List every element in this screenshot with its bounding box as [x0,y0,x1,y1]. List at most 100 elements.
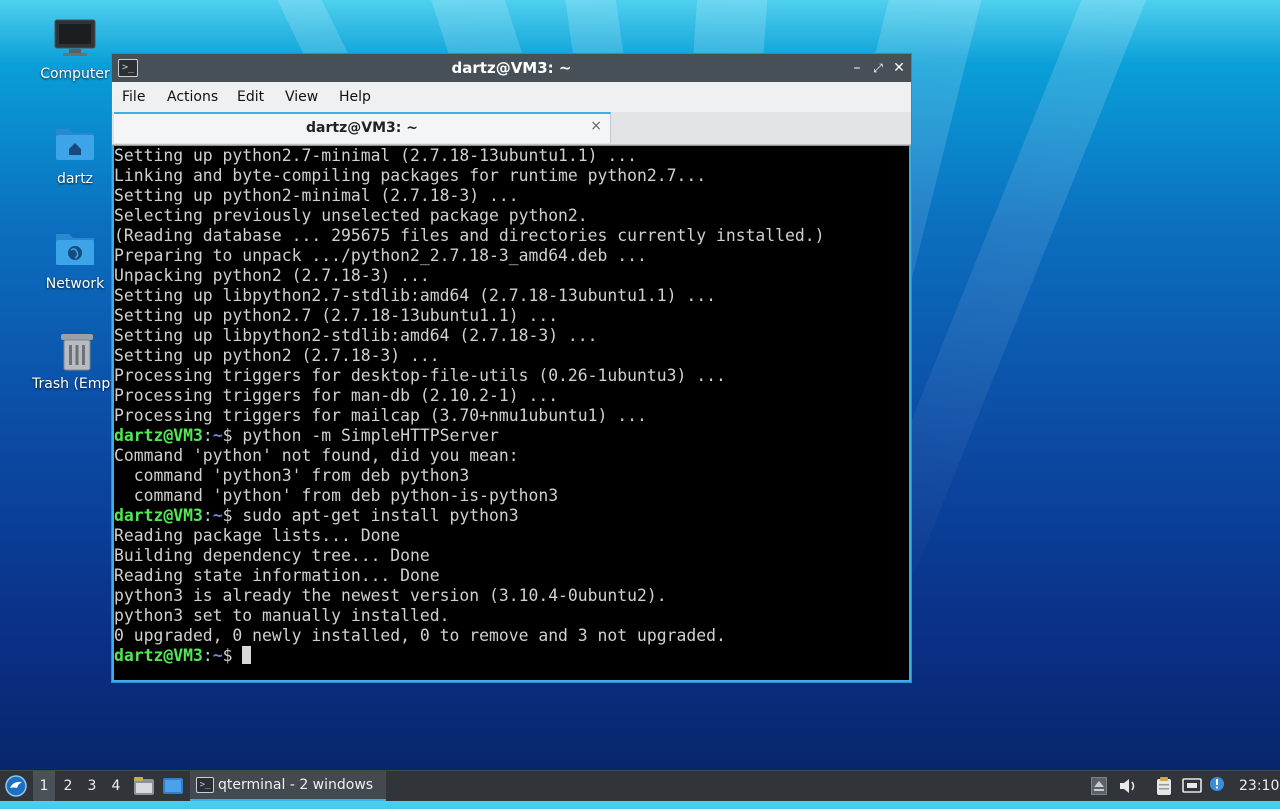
terminal-output[interactable]: Setting up python2.7-minimal (2.7.18-13u… [114,146,909,680]
terminal-output-line: Setting up libpython2-stdlib:amd64 (2.7.… [114,326,598,346]
output-text: 0 upgraded, 0 newly installed, 0 to remo… [114,626,726,645]
desktop-icon-home[interactable]: dartz [25,123,125,187]
command-text: sudo apt-get install python3 [242,506,519,525]
menu-file[interactable]: File [122,89,145,105]
home-folder-icon [56,129,94,160]
tray-eject-icon[interactable] [1091,771,1109,801]
output-text: Processing triggers for man-db (2.10.2-1… [114,386,559,405]
terminal-output-line: Command 'python' not found, did you mean… [114,446,519,466]
menu-actions[interactable]: Actions [167,89,218,105]
terminal-output-line: Processing triggers for man-db (2.10.2-1… [114,386,558,406]
terminal-output-line: Setting up python2.7 (2.7.18-13ubuntu1.1… [114,306,558,326]
workspace-4[interactable]: 4 [105,771,127,801]
command-text: python -m SimpleHTTPServer [242,426,499,445]
output-text: Processing triggers for desktop-file-uti… [114,366,726,385]
output-text: Setting up libpython2.7-stdlib:amd64 (2.… [114,286,716,305]
prompt-separator: : [202,646,213,665]
monitor-icon [54,19,96,56]
tab-close-icon[interactable]: × [590,118,602,134]
output-text: Command 'python' not found, did you mean… [114,446,519,465]
workspace-1[interactable]: 1 [33,771,55,801]
terminal-window[interactable]: >_ dartz@VM3: ~ – ⤢ ✕ File Actions Edit … [111,53,912,683]
app-menu-button[interactable] [4,771,30,801]
output-text: python3 set to manually installed. [114,606,450,625]
prompt-symbol: $ [222,506,243,525]
update-notifier-button[interactable] [1208,771,1228,801]
terminal-output-line: 0 upgraded, 0 newly installed, 0 to remo… [114,626,726,646]
output-text: Setting up python2-minimal (2.7.18-3) ..… [114,186,519,205]
clock[interactable]: 23:10 [1239,771,1279,801]
terminal-output-line: Setting up python2.7-minimal (2.7.18-13u… [114,146,637,166]
maximize-button[interactable]: ⤢ [868,57,888,79]
workspace-2[interactable]: 2 [57,771,79,801]
desktop-icon-label: Trash (Empty) [32,376,118,392]
terminal-output-line: Preparing to unpack .../python2_2.7.18-3… [114,246,647,266]
network-status-button[interactable] [1182,771,1204,801]
title-bar[interactable]: >_ dartz@VM3: ~ – ⤢ ✕ [112,54,911,82]
desktop-icon-network[interactable]: Network [25,228,125,292]
output-text: Setting up python2 (2.7.18-3) ... [114,346,440,365]
prompt-path: ~ [212,426,223,445]
terminal-output-line: Reading state information... Done [114,566,440,586]
clipboard-button[interactable] [1155,771,1175,801]
terminal-output-line: Selecting previously unselected package … [114,206,588,226]
terminal-prompt-line: dartz@VM3:~$ python -m SimpleHTTPServer [114,426,499,446]
desktop-icon-trash[interactable]: Trash (Empty) [25,330,118,392]
terminal-output-line: Setting up python2 (2.7.18-3) ... [114,346,440,366]
volume-button[interactable] [1118,771,1138,801]
output-text: command 'python3' from deb python3 [114,466,470,485]
update-notification-icon [1210,777,1224,791]
menu-edit[interactable]: Edit [237,89,264,105]
output-text: Building dependency tree... Done [114,546,430,565]
network-wired-icon [1182,778,1202,793]
tab-terminal[interactable]: dartz@VM3: ~ × [114,112,611,143]
output-text: (Reading database ... 295675 files and d… [114,226,825,245]
output-text: command 'python' from deb python-is-pyth… [114,486,559,505]
terminal-prompt-line: dartz@VM3:~$ sudo apt-get install python… [114,506,519,526]
prompt-user: dartz@VM3 [114,646,203,665]
volume-icon [1120,779,1135,793]
clipboard-icon [1157,777,1171,795]
output-text: Selecting previously unselected package … [114,206,588,225]
terminal-output-line: Reading package lists... Done [114,526,400,546]
terminal-output-line: python3 is already the newest version (3… [114,586,667,606]
terminal-output-line: Setting up libpython2.7-stdlib:amd64 (2.… [114,286,716,306]
window-title: dartz@VM3: ~ [451,59,572,77]
taskbar-task-qterminal[interactable]: >_ qterminal - 2 windows [190,771,386,801]
output-text: python3 is already the newest version (3… [114,586,667,605]
output-text: Setting up python2.7-minimal (2.7.18-13u… [114,146,638,165]
lubuntu-logo-icon [5,775,27,797]
output-text: Reading state information... Done [114,566,440,585]
terminal-output-line: Linking and byte-compiling packages for … [114,166,706,186]
close-button[interactable]: ✕ [889,57,909,79]
output-text: Setting up python2.7 (2.7.18-13ubuntu1.1… [114,306,559,325]
tab-label: dartz@VM3: ~ [306,120,418,136]
terminal-output-line: Setting up python2-minimal (2.7.18-3) ..… [114,186,519,206]
output-text: Preparing to unpack .../python2_2.7.18-3… [114,246,647,265]
output-text: Linking and byte-compiling packages for … [114,166,707,185]
tab-bar: dartz@VM3: ~ × [112,112,911,145]
terminal-output-line: Processing triggers for desktop-file-uti… [114,366,726,386]
menu-view[interactable]: View [285,89,318,105]
terminal-output-line: command 'python3' from deb python3 [114,466,470,486]
terminal-output-line: Processing triggers for mailcap (3.70+nm… [114,406,647,426]
file-manager-launcher[interactable] [133,771,155,801]
file-manager-icon [134,777,154,795]
terminal-icon: >_ [196,777,214,793]
eject-icon [1091,777,1107,795]
menu-help[interactable]: Help [339,89,371,105]
desktop-icon-computer[interactable]: Computer [25,18,125,82]
menu-bar: File Actions Edit View Help [112,82,911,112]
workspace-3[interactable]: 3 [81,771,103,801]
prompt-path: ~ [212,646,223,665]
prompt-separator: : [202,506,213,525]
terminal-output-line: Building dependency tree... Done [114,546,430,566]
desktop-icon-label: dartz [56,171,94,187]
prompt-path: ~ [212,506,223,525]
taskbar: 1 2 3 4 >_ qterminal - 2 windows 23:10 [0,770,1280,801]
trash-icon [61,334,93,371]
minimize-button[interactable]: – [847,57,867,79]
show-desktop-button[interactable] [162,771,186,801]
prompt-user: dartz@VM3 [114,426,203,445]
task-label: qterminal - 2 windows [218,777,374,793]
